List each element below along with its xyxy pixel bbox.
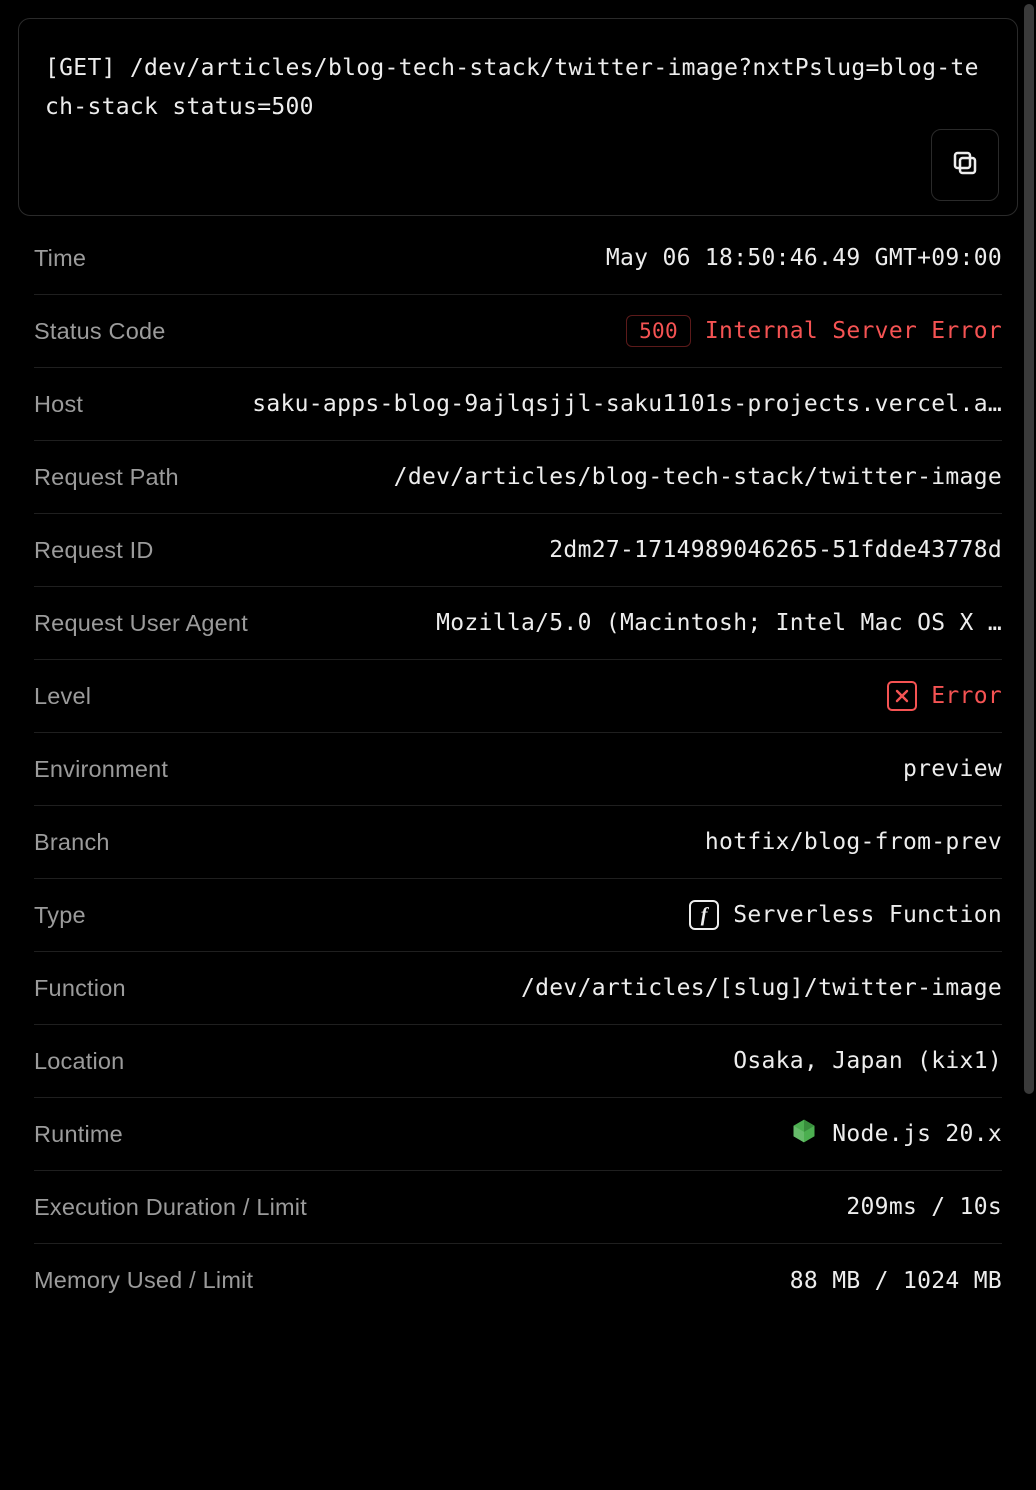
- label-function: Function: [34, 975, 126, 1002]
- request-summary-box: [GET] /dev/articles/blog-tech-stack/twit…: [18, 18, 1018, 216]
- label-branch: Branch: [34, 829, 110, 856]
- scrollbar[interactable]: [1024, 4, 1034, 1094]
- label-location: Location: [34, 1048, 124, 1075]
- row-user-agent: Request User Agent Mozilla/5.0 (Macintos…: [34, 587, 1002, 660]
- copy-button[interactable]: [931, 129, 999, 201]
- label-request-id: Request ID: [34, 537, 154, 564]
- label-level: Level: [34, 683, 91, 710]
- value-branch: hotfix/blog-from-prev: [705, 829, 1002, 855]
- label-user-agent: Request User Agent: [34, 610, 248, 637]
- row-runtime: Runtime Node.js 20.x: [34, 1098, 1002, 1171]
- row-status-code: Status Code 500 Internal Server Error: [34, 295, 1002, 368]
- row-request-path: Request Path /dev/articles/blog-tech-sta…: [34, 441, 1002, 514]
- row-function: Function /dev/articles/[slug]/twitter-im…: [34, 952, 1002, 1025]
- value-environment: preview: [903, 756, 1002, 782]
- value-memory: 88 MB / 1024 MB: [790, 1268, 1002, 1294]
- copy-icon: [950, 148, 980, 183]
- error-icon: [887, 681, 917, 711]
- label-request-path: Request Path: [34, 464, 179, 491]
- value-time: May 06 18:50:46.49 GMT+09:00: [606, 245, 1002, 271]
- value-host: saku-apps-blog-9ajlqsjjl-saku1101s-proje…: [252, 391, 1002, 417]
- row-level: Level Error: [34, 660, 1002, 733]
- row-exec-duration: Execution Duration / Limit 209ms / 10s: [34, 1171, 1002, 1244]
- label-status-code: Status Code: [34, 318, 166, 345]
- log-detail-panel: [GET] /dev/articles/blog-tech-stack/twit…: [0, 0, 1036, 1490]
- label-memory: Memory Used / Limit: [34, 1267, 253, 1294]
- label-host: Host: [34, 391, 83, 418]
- row-environment: Environment preview: [34, 733, 1002, 806]
- nodejs-icon: [790, 1117, 818, 1151]
- value-runtime: Node.js 20.x: [832, 1121, 1002, 1147]
- function-icon: f: [689, 900, 719, 930]
- value-location: Osaka, Japan (kix1): [733, 1048, 1002, 1074]
- row-type: Type f Serverless Function: [34, 879, 1002, 952]
- label-time: Time: [34, 245, 86, 272]
- row-request-id: Request ID 2dm27-1714989046265-51fdde437…: [34, 514, 1002, 587]
- label-type: Type: [34, 902, 86, 929]
- label-exec-duration: Execution Duration / Limit: [34, 1194, 307, 1221]
- row-time: Time May 06 18:50:46.49 GMT+09:00: [34, 222, 1002, 295]
- status-code-pill: 500: [626, 315, 691, 347]
- value-request-id: 2dm27-1714989046265-51fdde43778d: [549, 537, 1002, 563]
- request-line: [GET] /dev/articles/blog-tech-stack/twit…: [45, 49, 991, 127]
- status-code-text: Internal Server Error: [705, 318, 1002, 344]
- detail-rows: Time May 06 18:50:46.49 GMT+09:00 Status…: [18, 222, 1018, 1317]
- row-location: Location Osaka, Japan (kix1): [34, 1025, 1002, 1098]
- value-request-path: /dev/articles/blog-tech-stack/twitter-im…: [394, 464, 1002, 490]
- value-level: Error: [931, 683, 1002, 709]
- label-runtime: Runtime: [34, 1121, 123, 1148]
- value-exec-duration: 209ms / 10s: [846, 1194, 1002, 1220]
- row-branch: Branch hotfix/blog-from-prev: [34, 806, 1002, 879]
- value-function: /dev/articles/[slug]/twitter-image: [521, 975, 1002, 1001]
- row-memory: Memory Used / Limit 88 MB / 1024 MB: [34, 1244, 1002, 1317]
- value-type: Serverless Function: [733, 902, 1002, 928]
- value-user-agent: Mozilla/5.0 (Macintosh; Intel Mac OS X …: [436, 610, 1002, 636]
- label-environment: Environment: [34, 756, 168, 783]
- row-host: Host saku-apps-blog-9ajlqsjjl-saku1101s-…: [34, 368, 1002, 441]
